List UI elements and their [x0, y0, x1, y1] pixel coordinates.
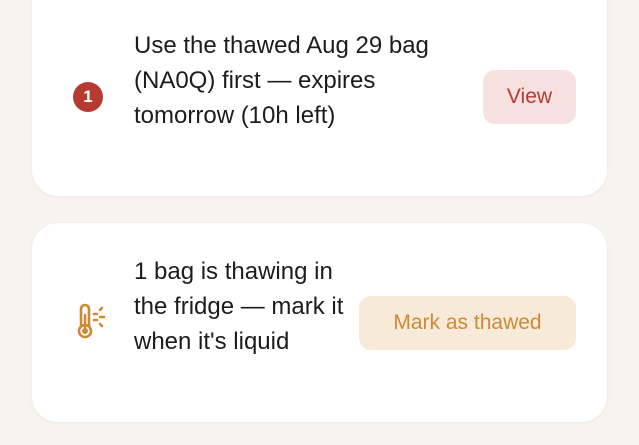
thermometer-sun-icon [77, 303, 106, 339]
expiring-bag-message: Use the thawed Aug 29 bag (NA0Q) first —… [134, 32, 429, 129]
view-button[interactable]: View [483, 70, 576, 124]
thawing-bag-alert-card: 1 bag is thawing in the fridge — mark it… [32, 223, 607, 422]
alert-count-badge: 1 [73, 82, 103, 112]
mark-as-thawed-button[interactable]: Mark as thawed [359, 296, 576, 350]
expiring-bag-alert-card: 1 Use the thawed Aug 29 bag (NA0Q) first… [32, 0, 607, 196]
thawing-bag-message: 1 bag is thawing in the fridge — mark it… [134, 258, 344, 355]
